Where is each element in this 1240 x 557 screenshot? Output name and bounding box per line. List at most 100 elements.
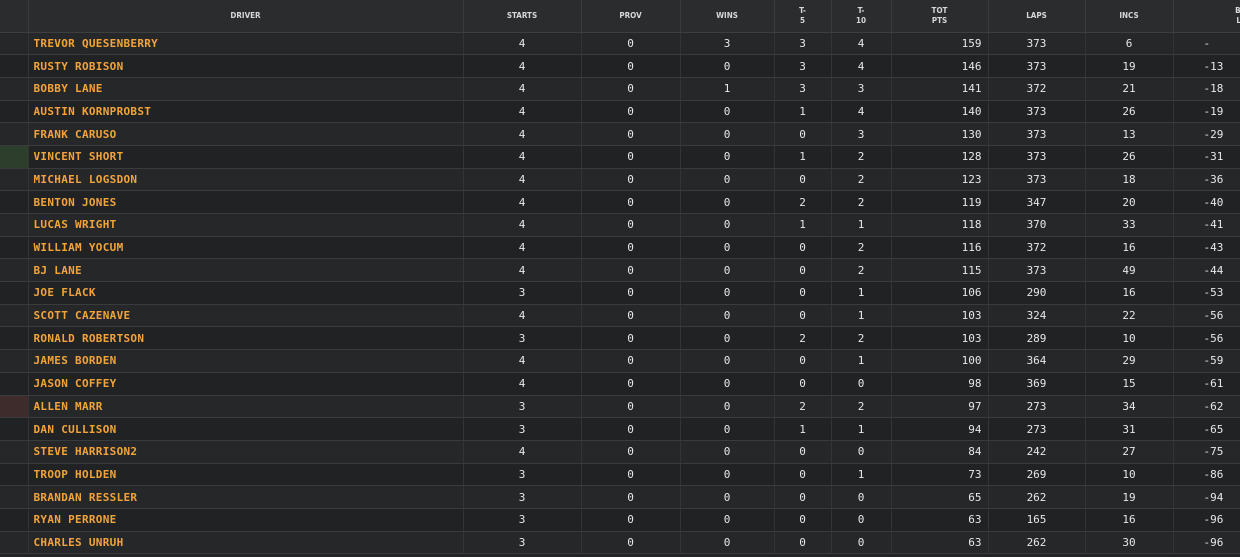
col-laps-header[interactable]: LAPS: [988, 0, 1086, 33]
table-row[interactable]: BENTON JONES 4 0 0 2 2 119 347 20 -40: [0, 190, 1240, 214]
cell-driver-name[interactable]: MICHAEL LOGSDON: [28, 168, 464, 192]
table-row[interactable]: RONALD ROBERTSON 3 0 0 2 2 103 289 10 -56: [0, 326, 1240, 351]
cell-tot-pts: 118: [891, 213, 989, 237]
cell-wins: 0: [680, 440, 775, 464]
cell-t5: 1: [774, 145, 832, 169]
cell-starts: 3: [463, 463, 582, 487]
cell-t10: 2: [831, 258, 892, 283]
cell-driver-name[interactable]: JAMES BORDEN: [28, 349, 464, 373]
cell-driver-name[interactable]: BRANDAN RESSLER: [28, 485, 464, 509]
table-row[interactable]: TROOP HOLDEN 3 0 0 0 1 73 269 10 -86: [0, 463, 1240, 487]
table-row[interactable]: JASON COFFEY 4 0 0 0 0 98 369 15 -61: [0, 372, 1240, 396]
cell-behind-leader: -59: [1173, 349, 1240, 373]
cell-driver-name[interactable]: BENTON JONES: [28, 190, 464, 214]
cell-starts: 3: [463, 281, 582, 305]
cell-t5: 2: [774, 395, 832, 419]
cell-behind-leader: -53: [1173, 281, 1240, 305]
cell-driver-name[interactable]: AUSTIN KORNPROBST: [28, 100, 464, 124]
cell-driver-name[interactable]: TROOP HOLDEN: [28, 463, 464, 487]
cell-driver-name[interactable]: JOE FLACK: [28, 281, 464, 305]
cell-driver-name[interactable]: VINCENT SHORT: [28, 145, 464, 169]
col-t5-header[interactable]: T- 5: [774, 0, 832, 33]
cell-driver-name[interactable]: JASON COFFEY: [28, 372, 464, 396]
table-row[interactable]: JAMES BORDEN 4 0 0 0 1 100 364 29 -59: [0, 349, 1240, 373]
cell-driver-name[interactable]: RUSTY ROBISON: [28, 54, 464, 78]
cell-prov: 0: [581, 531, 681, 555]
cell-tot-pts: 116: [891, 236, 989, 260]
cell-tot-pts: 73: [891, 463, 989, 487]
cell-t10: 0: [831, 508, 892, 532]
cell-t10: 3: [831, 122, 892, 146]
cell-t5: 0: [774, 168, 832, 192]
table-row[interactable]: LUCAS WRIGHT 4 0 0 1 1 118 370 33 -41: [0, 213, 1240, 237]
cell-behind-leader: -62: [1173, 395, 1240, 419]
table-row[interactable]: WILLIAM YOCUM 4 0 0 0 2 116 372 16 -43: [0, 236, 1240, 260]
cell-incs: 10: [1085, 463, 1174, 487]
table-row[interactable]: JOE FLACK 3 0 0 0 1 106 290 16 -53: [0, 281, 1240, 305]
cell-driver-name[interactable]: WILLIAM YOCUM: [28, 236, 464, 260]
cell-prov: 0: [581, 100, 681, 124]
cell-incs: 26: [1085, 100, 1174, 124]
cell-driver-name[interactable]: TREVOR QUESENBERRY: [28, 32, 464, 56]
cell-incs: 15: [1085, 372, 1174, 396]
table-row[interactable]: AUSTIN KORNPROBST 4 0 0 1 4 140 373 26 -19: [0, 100, 1240, 124]
cell-wins: 0: [680, 531, 775, 555]
col-t10-header[interactable]: T- 10: [831, 0, 892, 33]
cell-driver-name[interactable]: STEVE HARRISON2: [28, 440, 464, 464]
table-row[interactable]: FRANK CARUSO 4 0 0 0 3 130 373 13 -29: [0, 122, 1240, 146]
table-row[interactable]: STEVE HARRISON2 4 0 0 0 0 84 242 27 -75: [0, 440, 1240, 464]
cell-wins: 0: [680, 190, 775, 214]
cell-laps: 347: [988, 190, 1086, 214]
col-starts-header[interactable]: STARTS: [463, 0, 582, 33]
table-row[interactable]: BJ LANE 4 0 0 0 2 115 373 49 -44: [0, 258, 1240, 283]
cell-t10: 4: [831, 100, 892, 124]
cell-starts: 4: [463, 54, 582, 78]
table-row[interactable]: ALLEN MARR 3 0 0 2 2 97 273 34 -62: [0, 395, 1240, 419]
table-row[interactable]: RUSTY ROBISON 4 0 0 3 4 146 373 19 -13: [0, 54, 1240, 78]
col-tot-pts-header[interactable]: TOT PTS: [891, 0, 989, 33]
cell-starts: 3: [463, 508, 582, 532]
cell-prov: 0: [581, 349, 681, 373]
col-driver-header[interactable]: DRIVER: [28, 0, 464, 33]
cell-incs: 6: [1085, 32, 1174, 56]
cell-laps: 372: [988, 77, 1086, 101]
cell-starts: 4: [463, 440, 582, 464]
cell-wins: 0: [680, 258, 775, 283]
cell-driver-name[interactable]: BJ LANE: [28, 258, 464, 283]
cell-tot-pts: 146: [891, 54, 989, 78]
table-row[interactable]: CHARLES UNRUH 3 0 0 0 0 63 262 30 -96: [0, 531, 1240, 555]
cell-driver-name[interactable]: LUCAS WRIGHT: [28, 213, 464, 237]
cell-t10: 3: [831, 77, 892, 101]
cell-tot-pts: 123: [891, 168, 989, 192]
table-row[interactable]: SCOTT CAZENAVE 4 0 0 0 1 103 324 22 -56: [0, 304, 1240, 328]
table-row[interactable]: RYAN PERRONE 3 0 0 0 0 63 165 16 -96: [0, 508, 1240, 532]
row-status-marker: [0, 417, 29, 441]
table-row[interactable]: TREVOR QUESENBERRY 4 0 3 3 4 159 373 6-: [0, 32, 1240, 56]
cell-wins: 0: [680, 100, 775, 124]
cell-driver-name[interactable]: SCOTT CAZENAVE: [28, 304, 464, 328]
cell-t10: 1: [831, 304, 892, 328]
cell-driver-name[interactable]: ALLEN MARR: [28, 395, 464, 419]
cell-incs: 19: [1085, 54, 1174, 78]
table-row[interactable]: BRANDAN RESSLER 3 0 0 0 0 65 262 19 -94: [0, 485, 1240, 509]
col-wins-header[interactable]: WINS: [680, 0, 775, 33]
cell-t10: 2: [831, 168, 892, 192]
cell-driver-name[interactable]: BOBBY LANE: [28, 77, 464, 101]
table-row[interactable]: BOBBY LANE 4 0 1 3 3 141 372 21 -18: [0, 77, 1240, 101]
col-behind-leader-header[interactable]: BEH LEA: [1173, 0, 1240, 33]
cell-driver-name[interactable]: RYAN PERRONE: [28, 508, 464, 532]
cell-driver-name[interactable]: FRANK CARUSO: [28, 122, 464, 146]
cell-driver-name[interactable]: CHARLES UNRUH: [28, 531, 464, 555]
col-incs-header[interactable]: INCS: [1085, 0, 1174, 33]
cell-driver-name[interactable]: DAN CULLISON: [28, 417, 464, 441]
table-row[interactable]: VINCENT SHORT 4 0 0 1 2 128 373 26 -31: [0, 145, 1240, 169]
cell-t5: 0: [774, 236, 832, 260]
cell-driver-name[interactable]: RONALD ROBERTSON: [28, 326, 464, 351]
table-row[interactable]: MICHAEL LOGSDON 4 0 0 0 2 123 373 18 -36: [0, 168, 1240, 192]
cell-behind-leader: -56: [1173, 304, 1240, 328]
col-prov-header[interactable]: PROV: [581, 0, 681, 33]
cell-wins: 0: [680, 54, 775, 78]
table-row[interactable]: DAN CULLISON 3 0 0 1 1 94 273 31 -65: [0, 417, 1240, 441]
cell-incs: 26: [1085, 145, 1174, 169]
cell-behind-leader: -96: [1173, 508, 1240, 532]
